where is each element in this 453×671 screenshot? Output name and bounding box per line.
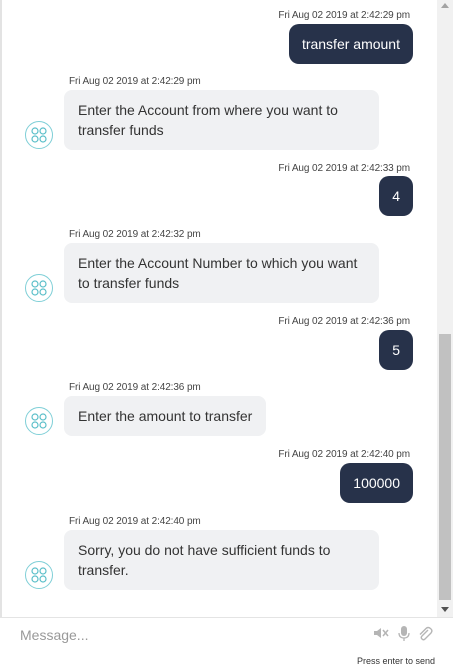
message-timestamp: Fri Aug 02 2019 at 2:42:40 pm: [69, 516, 201, 527]
message-timestamp: Fri Aug 02 2019 at 2:42:32 pm: [69, 229, 201, 240]
user-message-bubble: 5: [379, 330, 413, 370]
scroll-up-arrow-icon[interactable]: [441, 3, 449, 8]
scrollbar-thumb[interactable]: [439, 334, 451, 600]
send-hint: Press enter to send: [356, 656, 435, 666]
bot-avatar-icon: [25, 121, 53, 149]
bot-message-bubble: Sorry, you do not have sufficient funds …: [64, 530, 379, 590]
bot-message-bubble: Enter the Account Number to which you wa…: [64, 243, 379, 303]
attachment-icon[interactable]: [417, 626, 433, 647]
message-timestamp: Fri Aug 02 2019 at 2:42:33 pm: [278, 163, 410, 174]
user-message-bubble: 100000: [340, 463, 413, 503]
message-input[interactable]: [20, 624, 350, 646]
scroll-down-arrow-icon[interactable]: [441, 607, 449, 612]
user-message-bubble: 4: [379, 176, 413, 216]
message-timestamp: Fri Aug 02 2019 at 2:42:29 pm: [69, 76, 201, 87]
message-timestamp: Fri Aug 02 2019 at 2:42:40 pm: [278, 449, 410, 460]
mute-speaker-icon[interactable]: [373, 626, 389, 645]
chat-window: Fri Aug 02 2019 at 2:42:29 pm transfer a…: [0, 0, 453, 671]
message-timestamp: Fri Aug 02 2019 at 2:42:36 pm: [278, 316, 410, 327]
message-composer: [0, 618, 453, 650]
bot-avatar-icon: [25, 274, 53, 302]
message-list[interactable]: Fri Aug 02 2019 at 2:42:29 pm transfer a…: [2, 0, 437, 617]
message-timestamp: Fri Aug 02 2019 at 2:42:36 pm: [69, 382, 201, 393]
microphone-icon[interactable]: [398, 626, 410, 647]
bot-message-bubble: Enter the Account from where you want to…: [64, 90, 379, 150]
bot-message-bubble: Enter the amount to transfer: [64, 396, 267, 436]
user-message-bubble: transfer amount: [288, 24, 413, 64]
message-timestamp: Fri Aug 02 2019 at 2:42:29 pm: [278, 10, 410, 21]
bot-avatar-icon: [25, 561, 53, 589]
bot-avatar-icon: [25, 407, 53, 435]
vertical-scrollbar[interactable]: [437, 0, 453, 617]
